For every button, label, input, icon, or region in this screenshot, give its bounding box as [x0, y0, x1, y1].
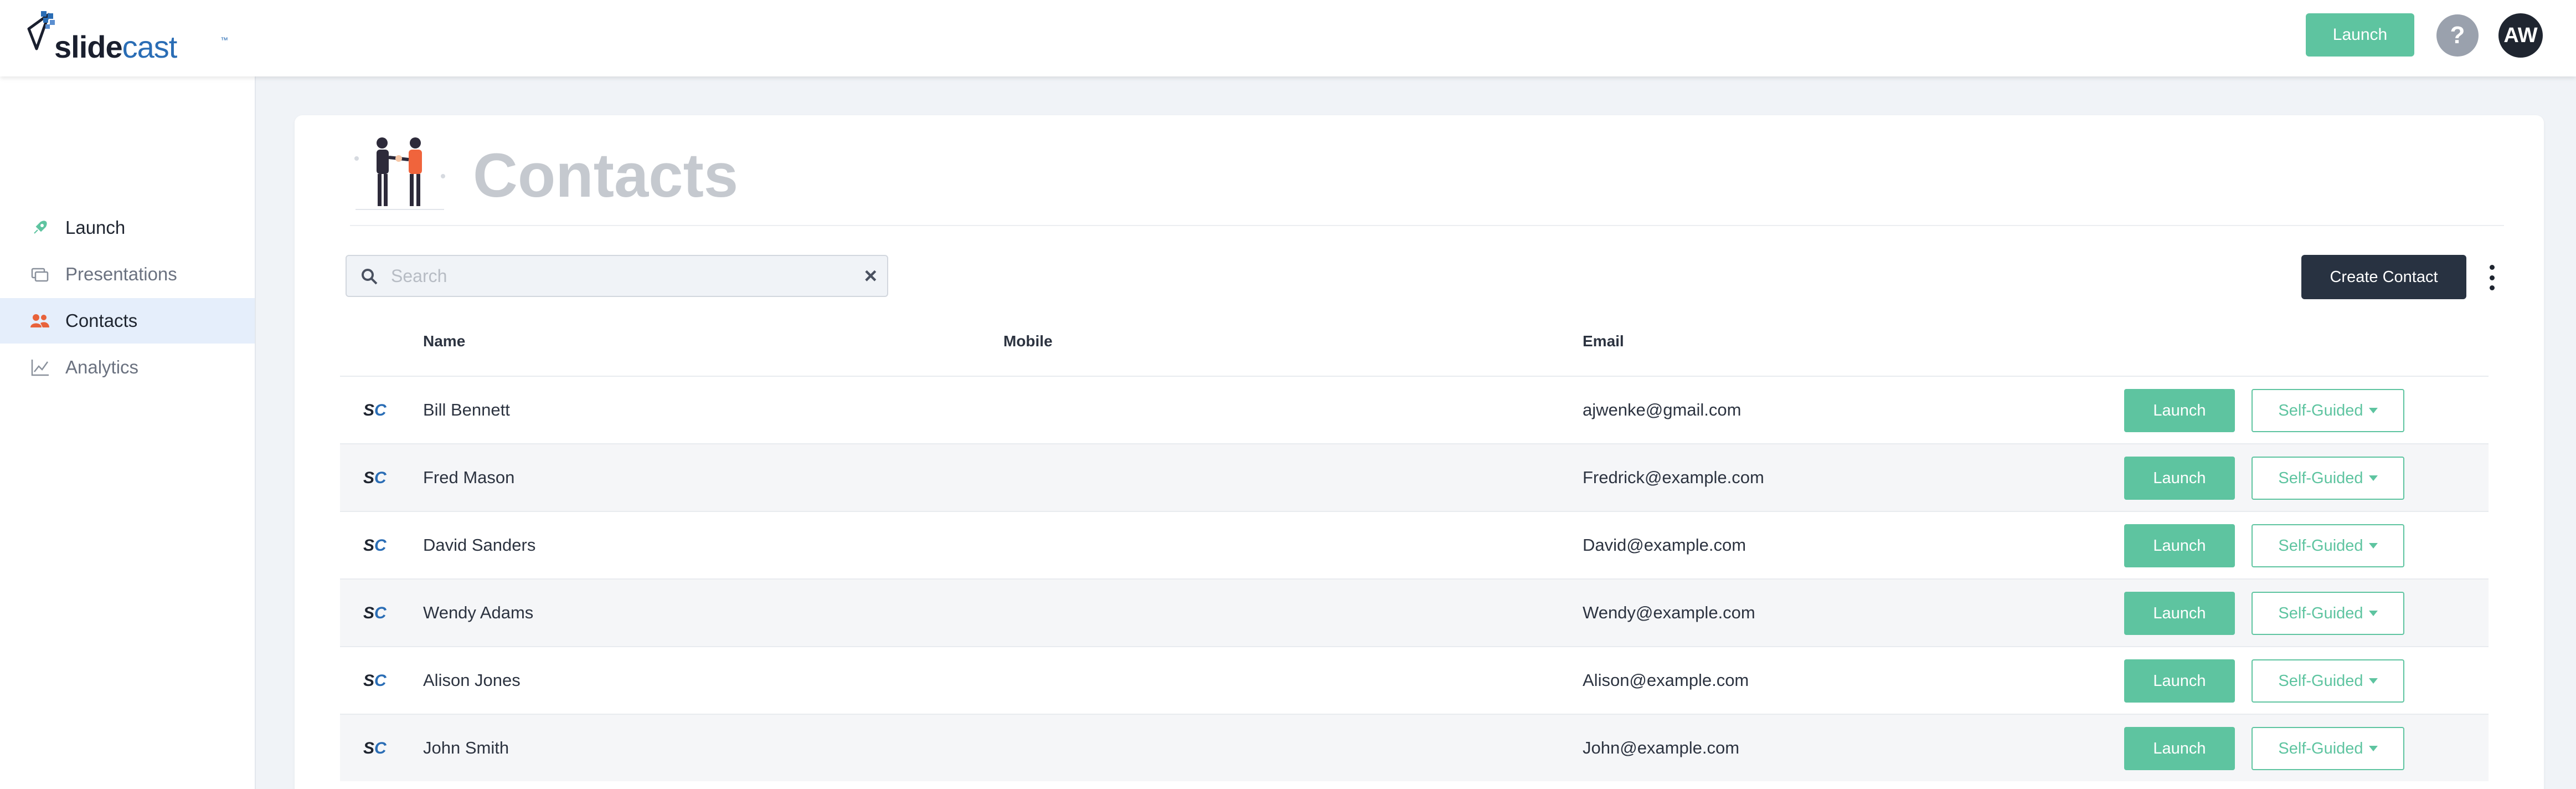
slidecast-badge-icon: SC: [363, 604, 387, 622]
contact-name: David Sanders: [423, 535, 536, 555]
user-avatar[interactable]: AW: [2498, 13, 2543, 58]
contact-email: John@example.com: [1583, 738, 1740, 757]
caret-down-icon: [2368, 678, 2378, 684]
rocket-icon: [29, 217, 51, 239]
create-contact-button[interactable]: Create Contact: [2301, 255, 2466, 299]
slides-icon: [29, 263, 51, 285]
page-title: Contacts: [473, 141, 739, 210]
mode-label: Self-Guided: [2278, 469, 2363, 487]
mode-label: Self-Guided: [2278, 739, 2363, 757]
column-header-mobile[interactable]: Mobile: [1003, 332, 1053, 350]
contact-email: Wendy@example.com: [1583, 603, 1755, 622]
mode-label: Self-Guided: [2278, 401, 2363, 419]
slidecast-badge-icon: SC: [363, 401, 387, 419]
help-button[interactable]: ?: [2436, 14, 2479, 57]
mode-dropdown[interactable]: Self-Guided: [2252, 457, 2404, 500]
column-header-name[interactable]: Name: [423, 332, 465, 350]
sidebar-item-label: Analytics: [65, 357, 139, 377]
row-launch-button[interactable]: Launch: [2124, 389, 2235, 432]
sidebar: Launch Presentations Contacts Analytics: [0, 76, 256, 789]
slidecast-badge-icon: SC: [363, 469, 387, 487]
contact-email: Fredrick@example.com: [1583, 468, 1764, 487]
sidebar-item-analytics[interactable]: Analytics: [0, 345, 255, 390]
contact-name: Bill Bennett: [423, 400, 510, 419]
top-header: slidecast ™ Launch ? AW: [0, 0, 2576, 76]
slidecast-badge-icon: SC: [363, 672, 387, 690]
search-input[interactable]: [391, 260, 845, 291]
chart-icon: [29, 356, 51, 378]
sidebar-item-label: Launch: [65, 217, 126, 238]
handshake-illustration: [350, 132, 450, 215]
mode-dropdown[interactable]: Self-Guided: [2252, 592, 2404, 635]
logo-text-slide: slide: [54, 29, 123, 64]
contacts-card: Contacts × Create Contact Name Mobile Em…: [295, 115, 2544, 789]
mode-label: Self-Guided: [2278, 604, 2363, 622]
caret-down-icon: [2368, 543, 2378, 549]
contact-email: ajwenke@gmail.com: [1583, 400, 1742, 419]
people-icon: [29, 310, 51, 332]
contact-name: Alison Jones: [423, 670, 521, 690]
logo-text-cast: cast: [122, 29, 178, 64]
mode-dropdown[interactable]: Self-Guided: [2252, 727, 2404, 770]
clear-search-icon[interactable]: ×: [864, 264, 877, 289]
sidebar-item-presentations[interactable]: Presentations: [0, 252, 255, 297]
row-launch-button[interactable]: Launch: [2124, 524, 2235, 567]
title-divider: [350, 225, 2504, 226]
table-row[interactable]: SC John Smith John@example.com Launch Se…: [340, 714, 2489, 781]
sidebar-item-launch[interactable]: Launch: [0, 205, 255, 250]
table-row[interactable]: SC Wendy Adams Wendy@example.com Launch …: [340, 578, 2489, 646]
mode-dropdown[interactable]: Self-Guided: [2252, 659, 2404, 703]
table-row[interactable]: SC Bill Bennett ajwenke@gmail.com Launch…: [340, 376, 2489, 443]
row-launch-button[interactable]: Launch: [2124, 659, 2235, 703]
row-launch-button[interactable]: Launch: [2124, 727, 2235, 770]
table-row[interactable]: SC Fred Mason Fredrick@example.com Launc…: [340, 443, 2489, 511]
sidebar-item-label: Presentations: [65, 264, 177, 284]
caret-down-icon: [2368, 746, 2378, 751]
caret-down-icon: [2368, 408, 2378, 413]
mode-label: Self-Guided: [2278, 672, 2363, 690]
row-launch-button[interactable]: Launch: [2124, 457, 2235, 500]
caret-down-icon: [2368, 611, 2378, 616]
contact-email: David@example.com: [1583, 535, 1746, 555]
contact-name: John Smith: [423, 738, 509, 757]
slidecast-badge-icon: SC: [363, 739, 387, 757]
mode-dropdown[interactable]: Self-Guided: [2252, 389, 2404, 432]
slidecast-logo[interactable]: slidecast ™: [27, 10, 228, 64]
column-header-email[interactable]: Email: [1583, 332, 1624, 350]
slidecast-badge-icon: SC: [363, 536, 387, 555]
caret-down-icon: [2368, 475, 2378, 481]
contact-name: Wendy Adams: [423, 603, 534, 622]
sidebar-item-label: Contacts: [65, 310, 138, 331]
search-box: ×: [346, 255, 888, 297]
mode-label: Self-Guided: [2278, 536, 2363, 555]
search-icon: [360, 267, 379, 289]
sidebar-item-contacts[interactable]: Contacts: [0, 298, 255, 344]
contact-email: Alison@example.com: [1583, 670, 1749, 690]
table-row[interactable]: SC David Sanders David@example.com Launc…: [340, 511, 2489, 578]
logo-trademark: ™: [220, 35, 228, 44]
row-launch-button[interactable]: Launch: [2124, 592, 2235, 635]
more-options-icon[interactable]: [2485, 265, 2498, 290]
table-row[interactable]: SC Alison Jones Alison@example.com Launc…: [340, 646, 2489, 714]
contact-name: Fred Mason: [423, 468, 515, 487]
header-launch-button[interactable]: Launch: [2306, 13, 2414, 57]
mode-dropdown[interactable]: Self-Guided: [2252, 524, 2404, 567]
